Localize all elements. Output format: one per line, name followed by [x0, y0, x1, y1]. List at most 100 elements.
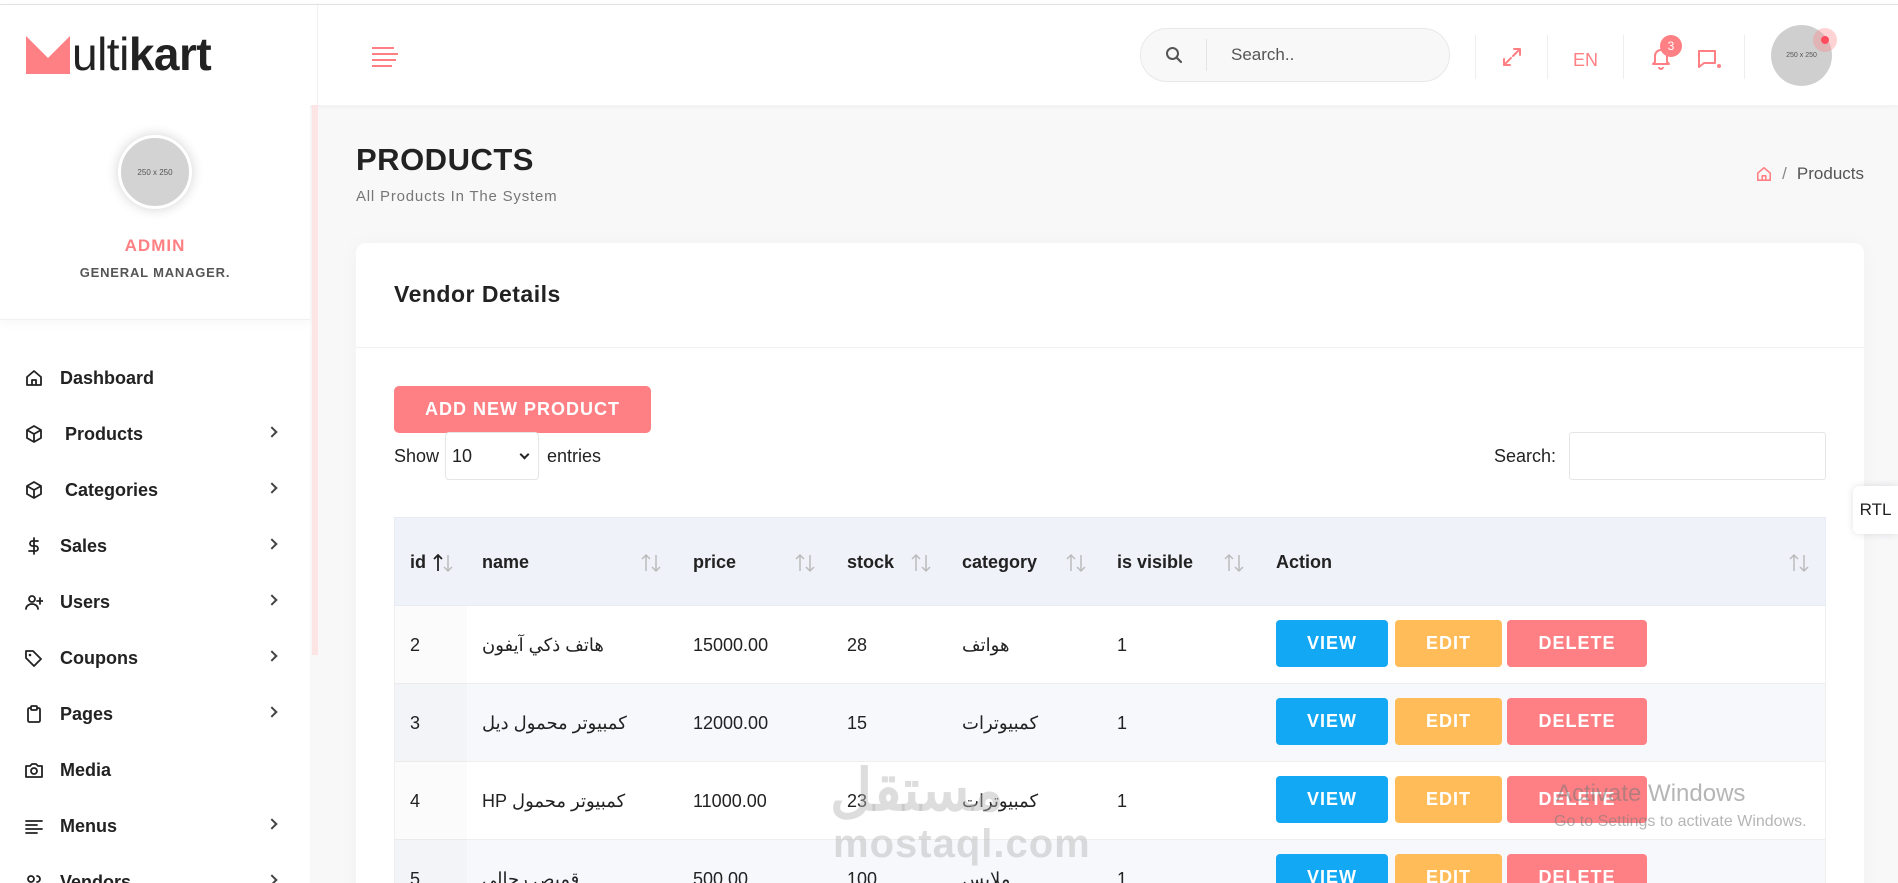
header-search[interactable]	[1140, 28, 1450, 82]
avatar[interactable]: 250 x 250	[118, 135, 192, 209]
align-left-icon	[25, 820, 43, 834]
cell-price: 12000.00	[693, 712, 769, 733]
message-icon[interactable]	[1696, 47, 1722, 76]
fullscreen-icon[interactable]	[1500, 45, 1524, 74]
online-status-dot	[1813, 28, 1837, 52]
sidebar-item-users[interactable]: Users	[0, 574, 310, 630]
chevron-right-icon	[266, 706, 278, 718]
rtl-toggle-button[interactable]: RTL	[1853, 486, 1898, 534]
cell-id: 4	[410, 790, 421, 811]
chevron-right-icon	[266, 538, 278, 550]
sidebar-item-coupons[interactable]: Coupons	[0, 630, 310, 686]
cell-is-visible: 1	[1117, 712, 1128, 733]
edit-button[interactable]: EDIT	[1395, 776, 1502, 823]
table-header: id name price stock category is visible …	[394, 517, 1826, 606]
users-icon	[27, 875, 41, 883]
table-search-label: Search:	[1493, 445, 1556, 466]
sidebar-item-categories[interactable]: Categories	[0, 462, 310, 518]
sidebar-item-vendors[interactable]: Vendors	[0, 854, 310, 883]
sort-icon[interactable]	[1065, 551, 1087, 575]
column-header-id[interactable]: id	[410, 518, 426, 607]
sidebar-item-label: Categories	[65, 479, 159, 500]
user-plus-icon	[25, 595, 43, 610]
sidebar-item-menus[interactable]: Menus	[0, 798, 310, 854]
cell-name: هاتف ذكي آيفون	[482, 634, 604, 655]
sort-icon[interactable]	[910, 551, 932, 575]
sort-icon[interactable]	[1788, 551, 1810, 575]
top-header: ultikart EN 3 250 x 250	[0, 5, 1898, 105]
chevron-right-icon	[266, 818, 278, 830]
column-header-name[interactable]: name	[482, 518, 529, 607]
search-icon	[1141, 39, 1207, 71]
column-header-action[interactable]: Action	[1276, 518, 1332, 607]
id-cell-bg	[395, 606, 467, 684]
sidebar-item-sales[interactable]: Sales	[0, 518, 310, 574]
page-subtitle: All Products In The System	[356, 188, 558, 205]
view-button[interactable]: VIEW	[1276, 698, 1388, 745]
home-icon[interactable]	[1756, 166, 1772, 182]
chevron-right-icon	[266, 650, 278, 662]
cell-id: 2	[410, 634, 421, 655]
delete-button[interactable]: DELETE	[1507, 854, 1647, 883]
cell-is-visible: 1	[1117, 868, 1128, 883]
header-search-input[interactable]	[1231, 45, 1431, 65]
activate-windows-title: Activate Windows	[1556, 780, 1746, 807]
menu-toggle-icon[interactable]	[372, 47, 398, 71]
view-button[interactable]: VIEW	[1276, 854, 1388, 883]
cell-id: 3	[410, 712, 421, 733]
entries-per-page-value: 10	[452, 445, 473, 466]
sidebar-item-products[interactable]: Products	[0, 406, 310, 462]
column-header-price[interactable]: price	[693, 518, 736, 607]
profile-role: GENERAL MANAGER.	[79, 265, 231, 280]
delete-button[interactable]: DELETE	[1507, 698, 1647, 745]
view-button[interactable]: VIEW	[1276, 620, 1388, 667]
sidebar-profile: 250 x 250 ADMIN GENERAL MANAGER.	[0, 105, 310, 320]
table-search-input[interactable]	[1569, 432, 1826, 480]
column-header-is-visible[interactable]: is visible	[1117, 518, 1193, 607]
activate-windows-body: Go to Settings to activate Windows.	[1554, 813, 1807, 830]
sidebar-item-media[interactable]: Media	[0, 742, 310, 798]
cell-is-visible: 1	[1117, 634, 1128, 655]
sidebar-item-dashboard[interactable]: Dashboard	[0, 350, 310, 406]
sort-icon[interactable]	[794, 551, 816, 575]
sidebar-item-label: Pages	[60, 703, 114, 724]
show-label: Show	[394, 445, 440, 466]
cell-name: كمبيوتر محمول HP	[482, 790, 626, 811]
cell-stock: 28	[847, 634, 868, 655]
breadcrumb-current: Products	[1796, 164, 1864, 183]
chevron-right-icon	[266, 482, 278, 494]
edit-button[interactable]: EDIT	[1395, 698, 1502, 745]
camera-icon	[25, 763, 43, 778]
sidebar-item-label: Sales	[60, 535, 108, 556]
sidebar-item-pages[interactable]: Pages	[0, 686, 310, 742]
sort-icon[interactable]	[640, 551, 662, 575]
entries-per-page-select[interactable]: 10	[445, 432, 540, 480]
edit-button[interactable]: EDIT	[1395, 854, 1502, 883]
tag-icon	[25, 650, 42, 667]
sidebar-scrollbar[interactable]	[312, 105, 318, 655]
sort-asc-icon[interactable]	[432, 551, 454, 575]
card-title: Vendor Details	[394, 281, 561, 307]
column-header-category[interactable]: category	[962, 518, 1037, 607]
add-new-product-button[interactable]: ADD NEW PRODUCT	[394, 386, 651, 433]
column-header-stock[interactable]: stock	[847, 518, 894, 607]
sidebar-item-label: Dashboard	[60, 367, 155, 388]
dollar-icon	[28, 537, 39, 555]
cell-is-visible: 1	[1117, 790, 1128, 811]
notification-badge: 3	[1660, 35, 1682, 57]
chevron-right-icon	[266, 874, 278, 883]
sort-icon[interactable]	[1223, 551, 1245, 575]
view-button[interactable]: VIEW	[1276, 776, 1388, 823]
logo[interactable]: ultikart	[26, 28, 212, 80]
sidebar: 250 x 250 ADMIN GENERAL MANAGER. Dashboa…	[0, 105, 310, 883]
logo-text: ultikart	[72, 28, 212, 80]
box-icon	[26, 425, 42, 443]
sidebar-item-label: Menus	[60, 815, 118, 836]
logo-area: ultikart	[0, 5, 318, 105]
cell-name: قميص رجالي	[482, 868, 580, 883]
edit-button[interactable]: EDIT	[1395, 620, 1502, 667]
divider	[1547, 35, 1548, 79]
language-selector[interactable]: EN	[1573, 50, 1598, 71]
delete-button[interactable]: DELETE	[1507, 620, 1647, 667]
cell-stock: 15	[847, 712, 868, 733]
